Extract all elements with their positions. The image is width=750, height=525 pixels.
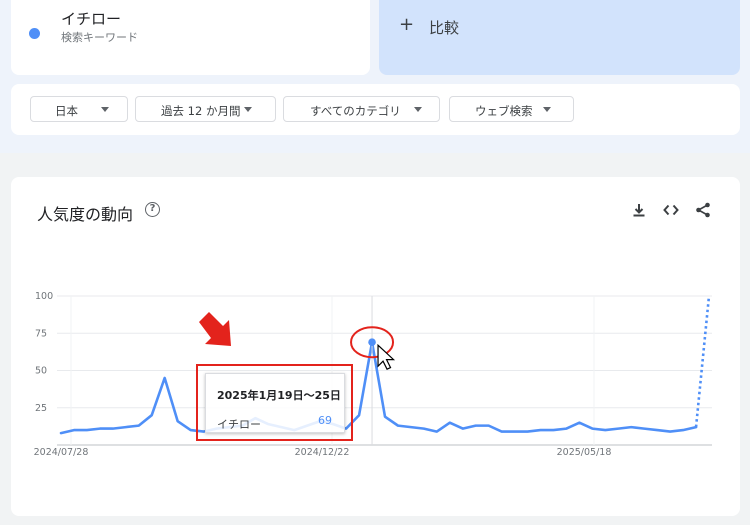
tooltip-series-name: イチロー <box>217 418 261 431</box>
x-tick-label: 2025/05/18 <box>557 447 612 458</box>
chart-tooltip: 2025年1月19日〜25日 イチロー 69 <box>205 373 345 433</box>
data-point <box>368 338 376 346</box>
x-tick-label: 2024/07/28 <box>34 447 89 458</box>
tooltip-date: 2025年1月19日〜25日 <box>217 389 341 402</box>
y-tick-label: 50 <box>35 366 47 377</box>
x-tick-label: 2024/12/22 <box>295 447 350 458</box>
y-tick-label: 25 <box>35 403 47 414</box>
y-tick-label: 100 <box>35 291 53 302</box>
y-tick-label: 75 <box>35 328 47 339</box>
trend-chart: 100 75 50 25 2024/07/28 2024/12/22 2025/05/18 <box>34 291 712 458</box>
red-arrow-annotation <box>199 312 231 346</box>
tooltip-value: 69 <box>318 414 332 427</box>
